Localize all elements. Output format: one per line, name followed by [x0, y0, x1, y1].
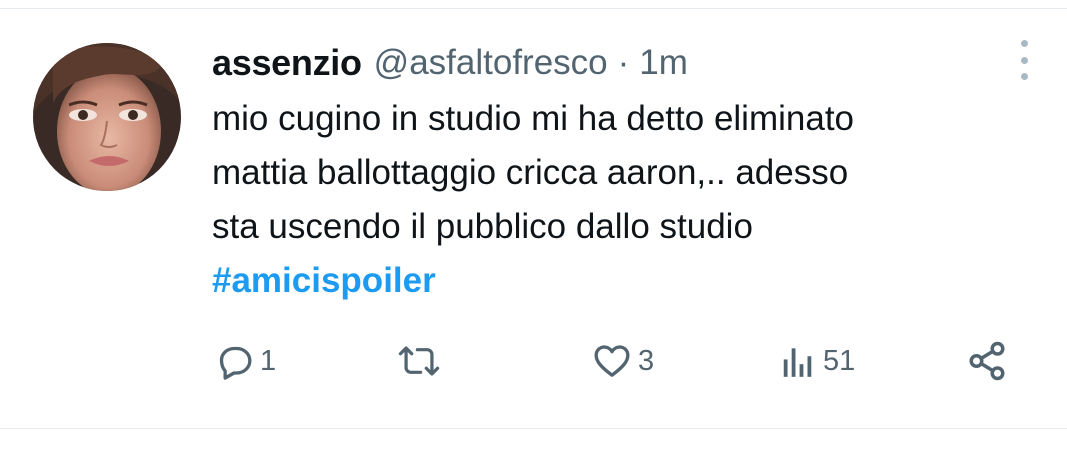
retweet-icon [398, 346, 440, 376]
share-button[interactable] [966, 338, 1008, 384]
hashtag-link[interactable]: #amicispoiler [212, 254, 1032, 308]
display-name[interactable]: assenzio [212, 42, 362, 84]
avatar-image [33, 43, 181, 191]
views-count: 51 [823, 344, 856, 377]
views-button[interactable]: 51 [779, 338, 855, 384]
more-options-button[interactable] [1010, 40, 1038, 80]
user-handle[interactable]: @asfaltofresco [374, 43, 608, 83]
tweet-text-line: mio cugino in studio mi ha detto elimina… [212, 99, 855, 138]
heart-icon [594, 345, 630, 377]
avatar[interactable] [33, 43, 181, 191]
like-button[interactable]: 3 [592, 338, 654, 384]
more-vertical-icon [1020, 40, 1028, 47]
views-icon [783, 348, 812, 377]
top-divider [0, 8, 1067, 9]
separator-dot: · [617, 43, 630, 82]
retweet-button[interactable] [398, 338, 440, 384]
like-count: 3 [638, 344, 655, 377]
reply-button[interactable]: 1 [214, 338, 276, 384]
tweet-text-line: mattia ballottaggio cricca aaron,.. ades… [212, 153, 849, 192]
more-vertical-icon-dot [1020, 56, 1028, 64]
tweet-header: assenzio @asfaltofresco · 1m [212, 40, 688, 86]
bottom-divider [0, 428, 1067, 429]
reply-icon [219, 346, 252, 380]
tweet-timestamp[interactable]: 1m [639, 43, 688, 83]
reply-count: 1 [260, 344, 277, 377]
tweet-text: mio cugino in studio mi ha detto elimina… [212, 92, 1032, 308]
share-icon [969, 341, 1005, 381]
tweet-text-line: sta uscendo il pubblico dallo studio [212, 207, 753, 246]
more-vertical-icon-dot [1020, 73, 1028, 80]
